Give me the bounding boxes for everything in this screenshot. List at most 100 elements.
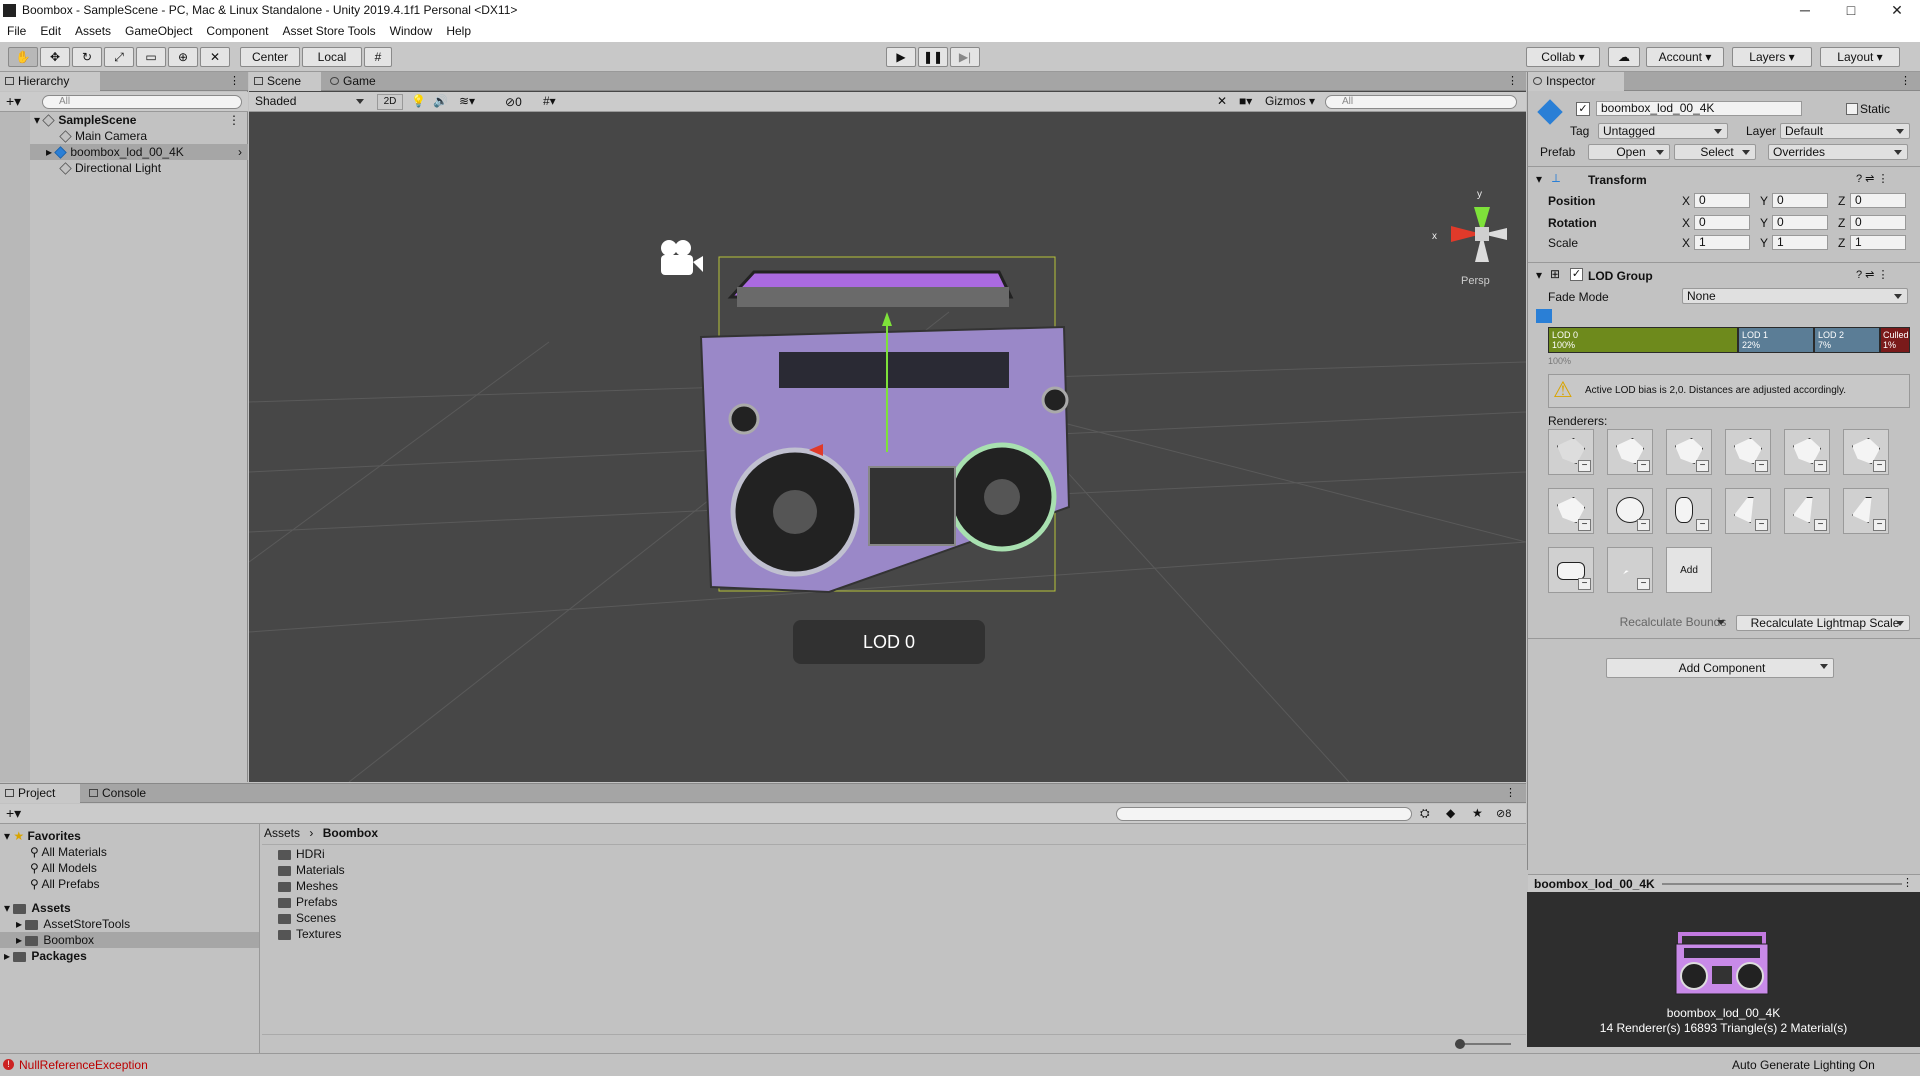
create-add-icon[interactable]: +▾: [6, 805, 21, 822]
menu-file[interactable]: File: [0, 24, 33, 38]
gizmo-center-cube[interactable]: [1475, 227, 1489, 241]
collab-dropdown[interactable]: Collab ▾: [1526, 47, 1600, 67]
hidden-objects-icon[interactable]: ⊘0: [505, 95, 522, 109]
foldout-icon[interactable]: ▾: [1536, 172, 1542, 186]
lod-culled[interactable]: Culled 1%: [1880, 327, 1910, 353]
menu-edit[interactable]: Edit: [33, 24, 68, 38]
renderer-slot[interactable]: −: [1548, 488, 1594, 534]
step-button[interactable]: ▶|: [950, 47, 980, 67]
renderer-slot[interactable]: −: [1548, 429, 1594, 475]
panel-menu-icon[interactable]: ⋮: [1507, 74, 1518, 87]
scene-viewport[interactable]: LOD 0 y x Persp: [249, 112, 1526, 782]
minimize-button[interactable]: ─: [1782, 2, 1828, 19]
remove-renderer-button[interactable]: −: [1637, 519, 1650, 531]
assets-root-row[interactable]: ▾ Assets: [4, 900, 71, 916]
tab-project[interactable]: Project: [0, 784, 80, 803]
menu-asset-store-tools[interactable]: Asset Store Tools: [275, 24, 382, 38]
active-checkbox[interactable]: ✓: [1576, 102, 1590, 116]
shading-mode-dropdown[interactable]: Shaded: [251, 94, 369, 110]
layer-dropdown[interactable]: Default: [1780, 123, 1910, 139]
preview-menu-icon[interactable]: ⋮: [1902, 876, 1913, 889]
transform-tool-icon[interactable]: ⊕: [168, 47, 198, 67]
renderer-slot[interactable]: −: [1784, 488, 1830, 534]
menu-gameobject[interactable]: GameObject: [118, 24, 199, 38]
favorite-all-prefabs[interactable]: ⚲ All Prefabs: [30, 876, 100, 892]
renderer-slot[interactable]: −: [1843, 429, 1889, 475]
scene-menu-icon[interactable]: ⋮: [228, 112, 240, 128]
fade-mode-dropdown[interactable]: None: [1682, 288, 1908, 304]
layout-dropdown[interactable]: Layout ▾: [1820, 47, 1900, 67]
tab-hierarchy[interactable]: Hierarchy: [0, 72, 100, 91]
account-dropdown[interactable]: Account ▾: [1646, 47, 1724, 67]
orientation-gizmo[interactable]: y x Persp: [1432, 189, 1507, 287]
audio-toggle-icon[interactable]: 🔊: [433, 94, 448, 108]
packages-root-row[interactable]: ▸ Packages: [4, 948, 87, 964]
preview-viewport[interactable]: boombox_lod_00_4K 14 Renderer(s) 16893 T…: [1527, 892, 1920, 1047]
remove-renderer-button[interactable]: −: [1755, 519, 1768, 531]
rotate-tool-icon[interactable]: ↻: [72, 47, 102, 67]
menu-window[interactable]: Window: [383, 24, 440, 38]
preview-drag-handle[interactable]: [1662, 883, 1902, 885]
favorite-star-icon[interactable]: ★: [1472, 806, 1483, 820]
renderer-slot[interactable]: −: [1666, 488, 1712, 534]
lod-enabled-checkbox[interactable]: ✓: [1570, 268, 1583, 281]
foldout-icon[interactable]: ▾: [1536, 268, 1542, 282]
move-gizmo-y-arrow[interactable]: [882, 312, 892, 326]
tab-scene[interactable]: Scene: [249, 72, 321, 91]
gizmos-dropdown[interactable]: Gizmos ▾: [1265, 94, 1315, 108]
static-checkbox[interactable]: [1846, 103, 1858, 115]
lod-level-1[interactable]: LOD 1 22%: [1738, 327, 1814, 353]
object-name-field[interactable]: boombox_lod_00_4K: [1596, 101, 1802, 116]
lod-level-2[interactable]: LOD 2 7%: [1814, 327, 1880, 353]
remove-renderer-button[interactable]: −: [1578, 519, 1591, 531]
renderer-slot[interactable]: −: [1666, 429, 1712, 475]
tab-console[interactable]: Console: [84, 784, 168, 803]
renderer-slot[interactable]: −: [1843, 488, 1889, 534]
panel-menu-icon[interactable]: ⋮: [229, 74, 240, 87]
tab-inspector[interactable]: Inspector: [1528, 72, 1624, 91]
position-z-field[interactable]: 0: [1850, 193, 1906, 208]
filter-by-label-icon[interactable]: ◆: [1446, 806, 1455, 820]
camera-settings-icon[interactable]: ■▾: [1239, 94, 1252, 108]
remove-renderer-button[interactable]: −: [1873, 519, 1886, 531]
hierarchy-item-boombox[interactable]: ▸ boombox_lod_00_4K ›: [30, 144, 248, 160]
renderer-slot[interactable]: −: [1725, 429, 1771, 475]
move-tool-icon[interactable]: ✥: [40, 47, 70, 67]
breadcrumb-assets[interactable]: Assets: [264, 826, 300, 840]
remove-renderer-button[interactable]: −: [1578, 460, 1591, 472]
scene-root-row[interactable]: ▾ SampleScene ⋮: [34, 112, 248, 128]
remove-renderer-button[interactable]: −: [1696, 460, 1709, 472]
prefab-select-button[interactable]: Select: [1674, 144, 1756, 160]
scale-y-field[interactable]: 1: [1772, 235, 1828, 250]
menu-component[interactable]: Component: [199, 24, 275, 38]
rotation-x-field[interactable]: 0: [1694, 215, 1750, 230]
status-error-message[interactable]: NullReferenceException: [19, 1058, 148, 1072]
lighting-toggle-icon[interactable]: 💡: [411, 94, 426, 108]
create-add-icon[interactable]: +▾: [6, 93, 21, 110]
panel-menu-icon[interactable]: ⋮: [1505, 786, 1516, 799]
camera-gizmo-icon[interactable]: [661, 240, 703, 275]
layers-dropdown[interactable]: Layers ▾: [1732, 47, 1812, 67]
component-help-icon[interactable]: ? ⇌ ⋮: [1856, 172, 1888, 185]
2d-toggle[interactable]: 2D: [377, 94, 403, 110]
folder-item-materials[interactable]: Materials: [278, 862, 345, 878]
play-button[interactable]: ▶: [886, 47, 916, 67]
chevron-right-icon[interactable]: ›: [238, 144, 242, 160]
icon-size-slider-thumb[interactable]: [1455, 1039, 1465, 1049]
preview-header[interactable]: boombox_lod_00_4K ⋮: [1528, 874, 1920, 892]
favorites-row[interactable]: ▾ ★ Favorites: [4, 828, 81, 844]
hand-tool-icon[interactable]: ✋: [8, 47, 38, 67]
renderer-slot[interactable]: −: [1607, 547, 1653, 593]
folder-item-scenes[interactable]: Scenes: [278, 910, 336, 926]
lod-bar[interactable]: LOD 0 100% LOD 1 22% LOD 2 7% Culled 1%: [1548, 327, 1910, 353]
camera-lod-marker-icon[interactable]: [1536, 309, 1552, 323]
remove-renderer-button[interactable]: −: [1578, 578, 1591, 590]
renderer-slot[interactable]: −: [1784, 429, 1830, 475]
cloud-icon[interactable]: ☁: [1608, 47, 1640, 67]
pivot-center-button[interactable]: Center: [240, 47, 300, 67]
remove-renderer-button[interactable]: −: [1814, 519, 1827, 531]
pivot-local-button[interactable]: Local: [302, 47, 362, 67]
hidden-packages-icon[interactable]: ⊘8: [1496, 807, 1511, 820]
tag-dropdown[interactable]: Untagged: [1598, 123, 1728, 139]
recalculate-bounds-button[interactable]: Recalculate Bounds: [1612, 615, 1730, 631]
